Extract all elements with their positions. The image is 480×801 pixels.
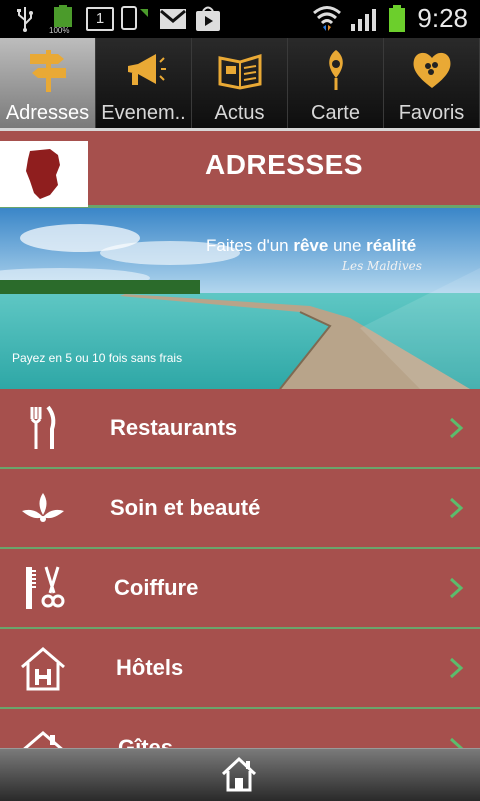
heart-icon — [413, 52, 451, 88]
comb-scissors-icon — [26, 566, 65, 609]
play-store-icon — [194, 6, 222, 32]
status-bar: 100% 1 9:28 — [0, 0, 480, 38]
megaphone-icon — [128, 54, 166, 85]
promo-banner[interactable]: Faites d'un rêve une réalité Les Maldive… — [0, 208, 480, 389]
bottom-bar — [0, 748, 480, 801]
list-item-restaurants[interactable]: Restaurants — [0, 389, 480, 469]
signal-icon — [350, 6, 382, 32]
signpost-icon — [30, 50, 66, 92]
list-item-label: Coiffure — [114, 575, 199, 600]
phone-sync-icon — [120, 6, 150, 32]
lotus-icon — [22, 493, 64, 522]
newspaper-icon — [218, 53, 262, 90]
tab-actus[interactable]: Actus — [192, 38, 288, 128]
banner-subline: Les Maldives — [342, 259, 422, 273]
tab-label: Carte — [311, 102, 360, 124]
guyane-map-icon — [0, 141, 88, 207]
chevron-right-icon — [449, 657, 464, 679]
page-header: ADRESSES — [0, 128, 480, 208]
list-item-soin-beaute[interactable]: Soin et beauté — [0, 469, 480, 549]
list-item-coiffure[interactable]: Coiffure — [0, 549, 480, 629]
tab-label: Adresses — [5, 102, 90, 124]
category-list: Restaurants Soin et beauté Coiffure Hôte… — [0, 389, 480, 789]
page-title: ADRESSES — [204, 149, 364, 180]
list-item-label: Soin et beauté — [110, 495, 261, 520]
list-item-hotels[interactable]: Hôtels — [0, 629, 480, 709]
tab-bar: Adresses Evenem.. Actus Carte Favoris — [0, 38, 480, 128]
sim-icon: 1 — [86, 6, 114, 32]
tab-evenements[interactable]: Evenem.. — [96, 38, 192, 128]
usb-icon — [14, 6, 36, 32]
tab-carte[interactable]: Carte — [288, 38, 384, 128]
banner-headline: Faites d'un rêve une réalité — [206, 236, 417, 255]
battery-full-icon — [386, 5, 408, 32]
wifi-icon — [312, 6, 342, 32]
hotel-icon — [21, 647, 65, 691]
tab-label: Evenem.. — [101, 102, 186, 124]
tab-adresses[interactable]: Adresses — [0, 38, 96, 128]
chevron-right-icon — [449, 417, 464, 439]
list-item-label: Hôtels — [116, 655, 184, 680]
map-pin-icon — [329, 50, 343, 90]
fork-knife-icon — [30, 405, 56, 449]
home-icon[interactable] — [221, 756, 257, 792]
sim-badge: 1 — [86, 7, 114, 31]
list-item-label: Restaurants — [110, 415, 238, 440]
tab-label: Favoris — [398, 102, 465, 124]
tab-label: Actus — [214, 102, 265, 124]
clock: 9:28 — [417, 3, 468, 33]
banner-footer: Payez en 5 ou 10 fois sans frais — [12, 351, 183, 365]
chevron-right-icon — [449, 577, 464, 599]
chevron-right-icon — [449, 497, 464, 519]
gmail-icon — [158, 6, 188, 32]
tab-favoris[interactable]: Favoris — [384, 38, 480, 128]
battery-text: 100% — [49, 26, 70, 35]
